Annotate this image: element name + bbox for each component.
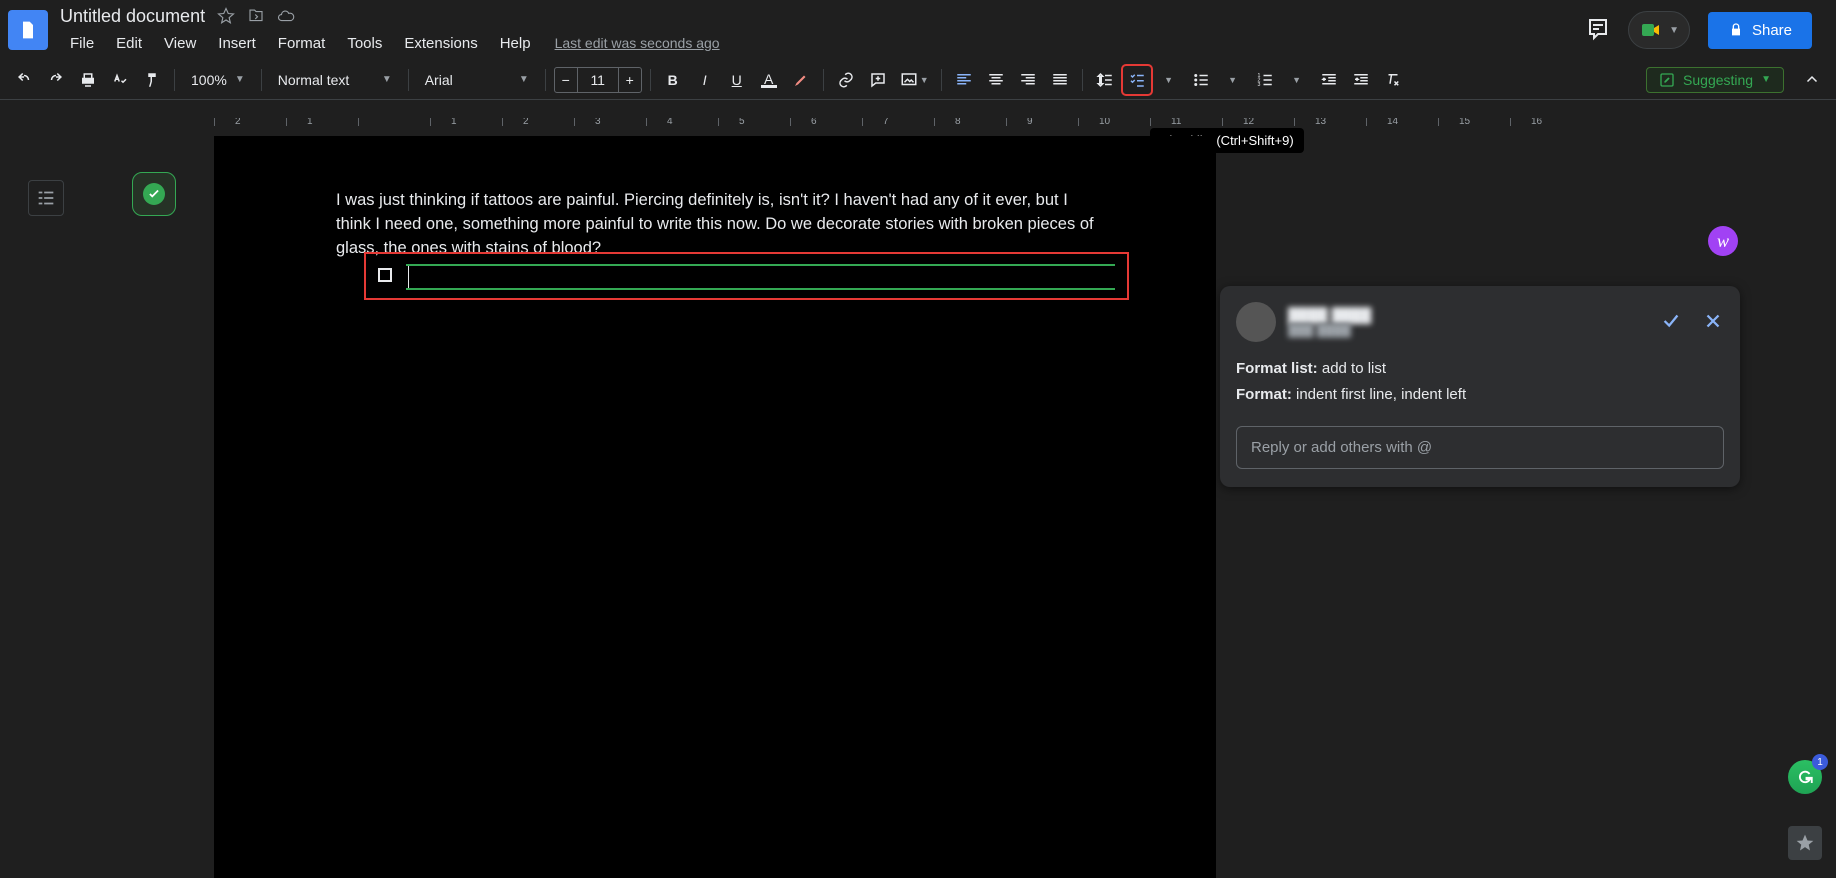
checklist-menu-caret[interactable]: ▼	[1155, 66, 1183, 94]
highlight-color-button[interactable]	[787, 66, 815, 94]
numbered-list-caret[interactable]: ▼	[1283, 66, 1311, 94]
cloud-saved-icon[interactable]	[277, 7, 295, 25]
text-cursor	[408, 266, 409, 288]
decrease-indent-button[interactable]	[1315, 66, 1343, 94]
text-color-button[interactable]: A	[755, 66, 783, 94]
star-icon[interactable]	[217, 7, 235, 25]
reject-suggestion-button[interactable]	[1702, 310, 1724, 335]
grammarly-count: 1	[1812, 754, 1828, 770]
paragraph-style-select[interactable]: Normal text▼	[270, 66, 400, 94]
meet-button[interactable]: ▼	[1628, 11, 1690, 49]
checklist-button[interactable]	[1123, 66, 1151, 94]
bulleted-list-caret[interactable]: ▼	[1219, 66, 1247, 94]
italic-button[interactable]: I	[691, 66, 719, 94]
lock-icon	[1728, 22, 1744, 38]
docs-home-icon[interactable]	[8, 10, 48, 50]
reply-input[interactable]: Reply or add others with @	[1236, 426, 1724, 469]
font-size-increase[interactable]: +	[618, 67, 642, 93]
suggestion-line2-label: Format:	[1236, 386, 1292, 403]
insert-link-button[interactable]	[832, 66, 860, 94]
menu-insert[interactable]: Insert	[208, 33, 266, 54]
suggestion-author: ████ ████	[1288, 307, 1371, 323]
undo-button[interactable]	[10, 66, 38, 94]
avatar	[1236, 302, 1276, 342]
share-button[interactable]: Share	[1708, 12, 1812, 49]
menu-help[interactable]: Help	[490, 33, 541, 54]
menu-edit[interactable]: Edit	[106, 33, 152, 54]
font-select[interactable]: Arial▼	[417, 66, 537, 94]
menu-view[interactable]: View	[154, 33, 206, 54]
svg-text:3: 3	[1257, 82, 1260, 88]
check-icon	[147, 187, 161, 201]
align-left-button[interactable]	[950, 66, 978, 94]
document-title[interactable]: Untitled document	[60, 6, 205, 27]
increase-indent-button[interactable]	[1347, 66, 1375, 94]
spellcheck-button[interactable]	[106, 66, 134, 94]
mode-select[interactable]: Suggesting ▼	[1646, 67, 1784, 93]
checklist-checkbox-icon	[378, 268, 392, 282]
toolbar: 100%▼ Normal text▼ Arial▼ − + B I U A ▼ …	[0, 60, 1836, 100]
font-size-decrease[interactable]: −	[554, 67, 578, 93]
align-center-button[interactable]	[982, 66, 1010, 94]
collaborator-avatar[interactable]: w	[1708, 226, 1738, 256]
redo-button[interactable]	[42, 66, 70, 94]
menu-extensions[interactable]: Extensions	[394, 33, 487, 54]
mode-label: Suggesting	[1683, 72, 1753, 88]
line-spacing-button[interactable]	[1091, 66, 1119, 94]
move-icon[interactable]	[247, 7, 265, 25]
grammarly-icon[interactable]: 1	[1788, 760, 1822, 794]
bold-button[interactable]: B	[659, 66, 687, 94]
bulleted-list-button[interactable]	[1187, 66, 1215, 94]
suggestion-line2-value: indent first line, indent left	[1292, 386, 1466, 403]
underline-button[interactable]: U	[723, 66, 751, 94]
align-right-button[interactable]	[1014, 66, 1042, 94]
suggestion-card: ████ ████ ███ ████ Format list: add to l…	[1220, 286, 1740, 487]
menu-file[interactable]: File	[60, 33, 104, 54]
suggestion-accepted-pill[interactable]	[132, 172, 176, 216]
menu-format[interactable]: Format	[268, 33, 336, 54]
menu-tools[interactable]: Tools	[337, 33, 392, 54]
last-edit-link[interactable]: Last edit was seconds ago	[555, 35, 720, 51]
add-comment-button[interactable]	[864, 66, 892, 94]
suggestion-time: ███ ████	[1288, 323, 1371, 337]
zoom-select[interactable]: 100%▼	[183, 66, 253, 94]
checklist-suggested-line[interactable]	[364, 252, 1129, 300]
collapse-toolbar-button[interactable]	[1798, 66, 1826, 94]
numbered-list-button[interactable]: 123	[1251, 66, 1279, 94]
font-size-input[interactable]	[578, 67, 618, 93]
paragraph-text[interactable]: I was just thinking if tattoos are painf…	[336, 188, 1106, 260]
share-label: Share	[1752, 22, 1792, 39]
suggesting-icon	[1659, 72, 1675, 88]
clear-formatting-button[interactable]	[1379, 66, 1407, 94]
accept-suggestion-button[interactable]	[1660, 310, 1682, 335]
show-outline-button[interactable]	[28, 180, 64, 216]
suggestion-line1-label: Format list:	[1236, 360, 1318, 377]
comment-history-icon[interactable]	[1586, 18, 1610, 42]
suggestion-line1-value: add to list	[1318, 360, 1386, 377]
align-justify-button[interactable]	[1046, 66, 1074, 94]
paint-format-button[interactable]	[138, 66, 166, 94]
explore-button[interactable]	[1788, 826, 1822, 860]
ruler[interactable]: 2 1 1 2 3 4 5 6 7 8 9 10 11 12 13 14 15 …	[214, 118, 1836, 136]
print-button[interactable]	[74, 66, 102, 94]
insert-image-button[interactable]: ▼	[896, 66, 933, 94]
